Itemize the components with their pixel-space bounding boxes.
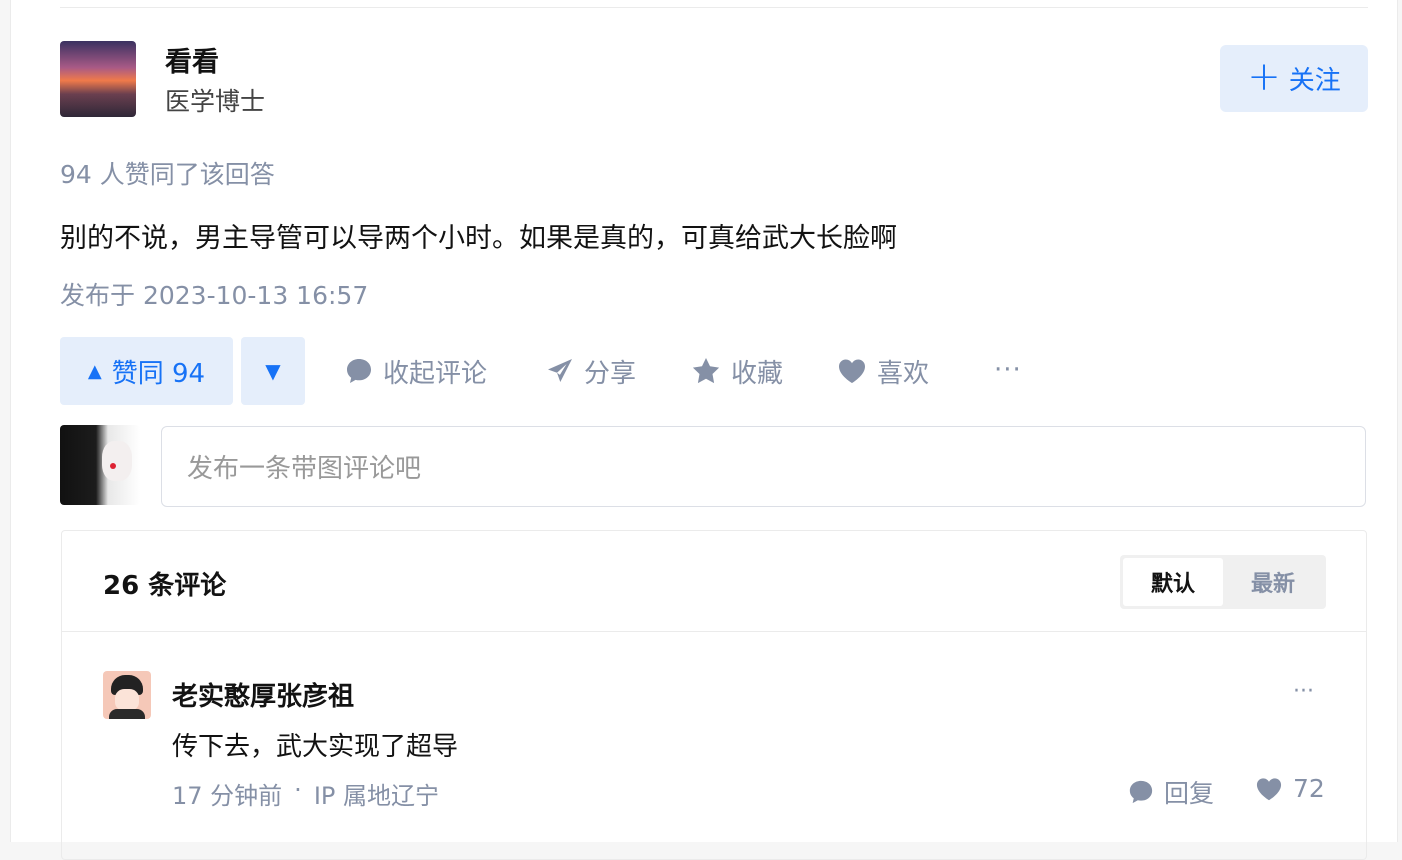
like-label: 喜欢 xyxy=(877,358,930,389)
answer-content: 别的不说，男主导管可以导两个小时。如果是真的，可真给武大长脸啊 xyxy=(60,223,897,254)
triangle-up-icon: ▲ xyxy=(87,360,102,382)
author-bio: 医学博士 xyxy=(165,87,266,116)
follow-label: 关注 xyxy=(1288,66,1341,96)
plus-icon: + xyxy=(1247,53,1281,100)
comment-like-button[interactable]: 72 xyxy=(1255,774,1325,803)
collapse-comments-button[interactable]: 收起评论 xyxy=(345,351,487,391)
share-label: 分享 xyxy=(584,358,637,389)
heart-icon xyxy=(1256,777,1282,800)
comments-section: 26 条评论 默认 最新 老实憨厚张彦祖 ··· 传下去，武大实现了超导 17 … xyxy=(61,530,1367,860)
comment-sort-toggle: 默认 最新 xyxy=(1120,555,1326,609)
reply-label: 回复 xyxy=(1164,779,1215,808)
comment-meta: 17 分钟前 · IP 属地辽宁 xyxy=(172,776,439,811)
comments-count: 26 条评论 xyxy=(103,571,227,601)
vote-summary[interactable]: 94 人赞同了该回答 xyxy=(60,155,275,191)
comment-time: 17 分钟前 xyxy=(172,782,283,810)
like-button[interactable]: 喜欢 xyxy=(837,351,929,391)
reply-button[interactable]: 回复 xyxy=(1128,774,1214,810)
top-divider xyxy=(60,7,1368,8)
favorite-button[interactable]: 收藏 xyxy=(691,351,783,391)
meta-separator: · xyxy=(294,776,302,804)
sort-latest-option[interactable]: 最新 xyxy=(1223,558,1323,606)
comment-ip-location: IP 属地辽宁 xyxy=(313,782,439,810)
answer-card: 看看 医学博士 + 关注 94 人赞同了该回答 别的不说，男主导管可以导两个小时… xyxy=(10,0,1398,860)
triangle-down-icon: ▼ xyxy=(265,359,281,383)
heart-icon xyxy=(839,359,865,383)
upvote-label: 赞同 94 xyxy=(111,358,206,389)
author-avatar[interactable] xyxy=(60,41,136,117)
star-icon xyxy=(692,358,720,384)
comment-more-button[interactable]: ··· xyxy=(1293,679,1314,704)
more-actions-button[interactable]: ··· xyxy=(994,355,1022,385)
comments-divider xyxy=(62,631,1366,632)
comment-bubble-icon xyxy=(1129,780,1153,804)
commenter-name[interactable]: 老实憨厚张彦祖 xyxy=(172,676,354,713)
author-name[interactable]: 看看 xyxy=(165,40,219,79)
share-button[interactable]: 分享 xyxy=(546,351,636,391)
comment-input[interactable]: 发布一条带图评论吧 xyxy=(161,426,1366,507)
sort-default-option[interactable]: 默认 xyxy=(1123,558,1223,606)
current-user-avatar xyxy=(60,425,140,505)
downvote-button[interactable]: ▼ xyxy=(241,337,305,405)
publish-time: 发布于 2023-10-13 16:57 xyxy=(60,281,369,310)
upvote-button[interactable]: ▲ 赞同 94 xyxy=(60,337,233,405)
commenter-avatar[interactable] xyxy=(103,671,151,719)
favorite-label: 收藏 xyxy=(731,358,784,389)
collapse-comments-label: 收起评论 xyxy=(383,358,488,389)
comment-text: 传下去，武大实现了超导 xyxy=(172,732,459,762)
paper-plane-icon xyxy=(548,359,572,382)
comment-like-count: 72 xyxy=(1293,774,1325,803)
comment-bubble-icon xyxy=(347,359,371,383)
follow-button[interactable]: + 关注 xyxy=(1220,45,1368,112)
